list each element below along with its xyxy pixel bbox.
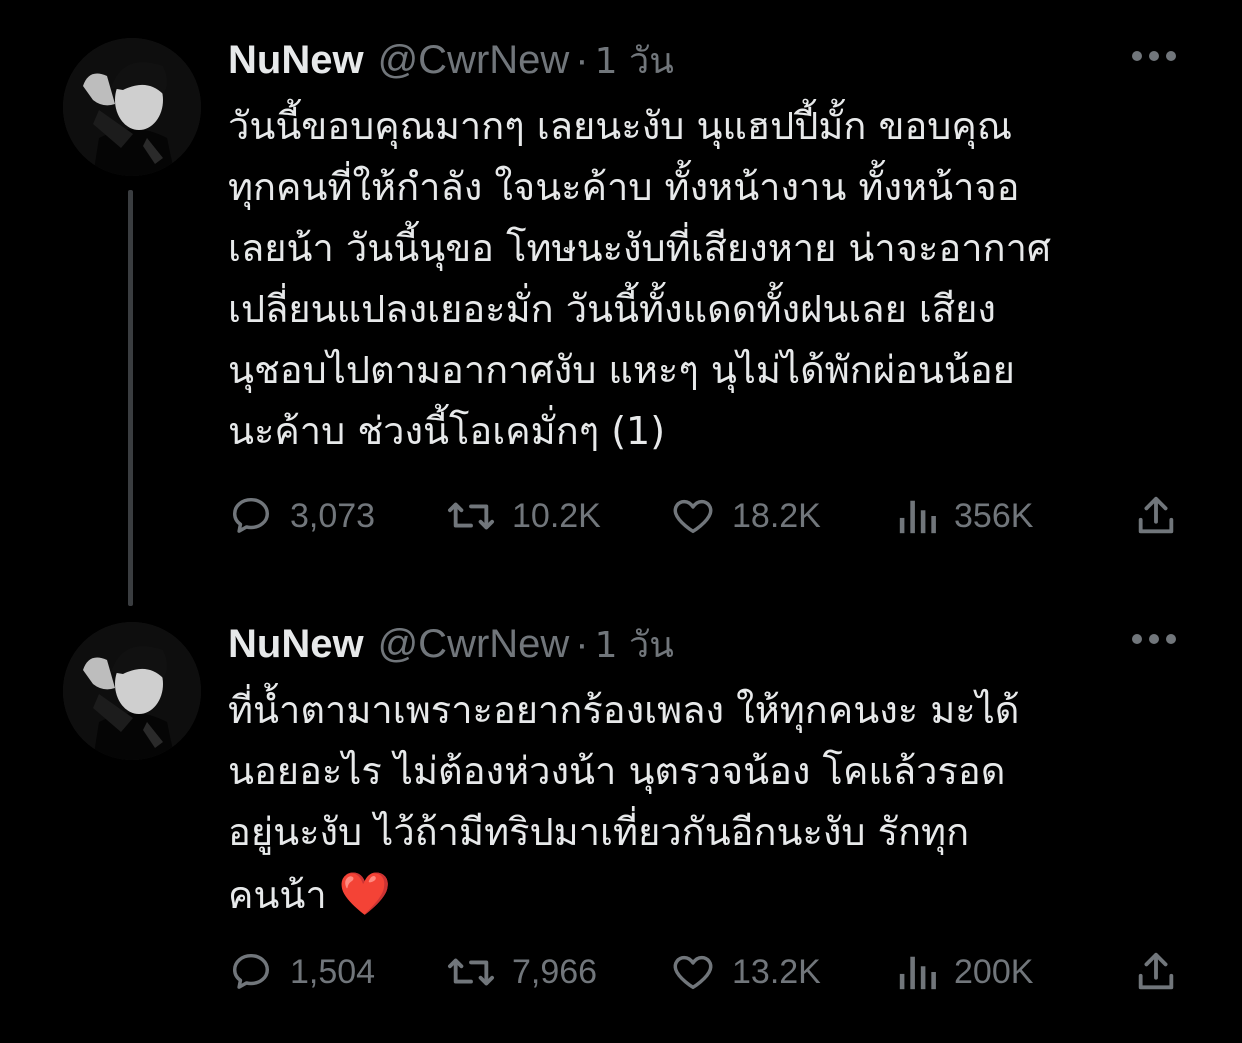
avatar-photo xyxy=(63,38,201,176)
view-count: 356K xyxy=(954,496,1034,535)
ellipsis-icon xyxy=(1166,51,1176,61)
bar-chart-icon xyxy=(899,500,936,534)
user-handle[interactable]: @CwrNew xyxy=(378,622,570,667)
tweet-text-content: วันนี้ขอบคุณมากๆ เลยนะงับ นุแฮปปี้มั้ก ข… xyxy=(228,104,1052,453)
tweet[interactable]: NuNew @CwrNew · 1 วัน วันนี้ขอบคุณมากๆ เ… xyxy=(0,0,1242,606)
reply-button[interactable]: 3,073 xyxy=(228,492,375,540)
speech-bubble-icon xyxy=(232,953,270,989)
more-options-button[interactable] xyxy=(1132,633,1176,645)
retweet-count: 10.2K xyxy=(512,496,601,535)
timestamp[interactable]: 1 วัน xyxy=(595,616,674,673)
share-upload-icon xyxy=(1138,952,1174,990)
reply-count: 1,504 xyxy=(290,952,376,991)
ellipsis-icon xyxy=(1149,51,1159,61)
bar-chart-icon xyxy=(899,956,936,990)
reply-count: 3,073 xyxy=(290,496,376,535)
separator-dot: · xyxy=(575,622,589,666)
speech-bubble-icon xyxy=(232,497,270,533)
retweet-count: 7,966 xyxy=(512,952,598,991)
retweet-arrows-icon xyxy=(447,502,494,530)
ellipsis-icon xyxy=(1166,634,1176,644)
ellipsis-icon xyxy=(1132,51,1142,61)
tweet-header: NuNew @CwrNew · 1 วัน xyxy=(228,32,674,82)
views-button[interactable]: 200K xyxy=(896,948,1033,996)
view-count: 200K xyxy=(954,952,1034,991)
like-button[interactable]: 13.2K xyxy=(670,948,821,996)
tweet-actions: 3,073 10.2K 18.2K 356K xyxy=(228,492,1178,540)
red-heart-emoji: ❤️ xyxy=(338,869,392,918)
ellipsis-icon xyxy=(1132,634,1142,644)
tweet-text: วันนี้ขอบคุณมากๆ เลยนะงับ นุแฮปปี้มั้ก ข… xyxy=(228,96,1208,462)
like-count: 13.2K xyxy=(732,952,821,991)
display-name[interactable]: NuNew xyxy=(228,38,364,83)
user-handle[interactable]: @CwrNew xyxy=(378,38,570,83)
avatar[interactable] xyxy=(63,38,201,176)
tweet-text: ที่น้ำตามาเพราะอยากร้องเพลง ให้ทุกคนงะ ม… xyxy=(228,680,1208,926)
heart-outline-icon xyxy=(673,955,713,990)
views-button[interactable]: 356K xyxy=(896,492,1033,540)
separator-dot: · xyxy=(575,38,589,82)
heart-outline-icon xyxy=(673,499,713,534)
like-button[interactable]: 18.2K xyxy=(670,492,821,540)
retweet-button[interactable]: 10.2K xyxy=(446,492,601,540)
retweet-button[interactable]: 7,966 xyxy=(446,948,597,996)
share-upload-icon xyxy=(1138,496,1174,534)
ellipsis-icon xyxy=(1149,634,1159,644)
tweet[interactable]: NuNew @CwrNew · 1 วัน ที่น้ำตามาเพราะอยา… xyxy=(0,600,1242,1043)
thread-connector-line xyxy=(128,190,133,606)
retweet-arrows-icon xyxy=(447,958,494,986)
display-name[interactable]: NuNew xyxy=(228,622,364,667)
tweet-header: NuNew @CwrNew · 1 วัน xyxy=(228,616,674,666)
reply-button[interactable]: 1,504 xyxy=(228,948,375,996)
share-button[interactable] xyxy=(1133,492,1195,540)
more-options-button[interactable] xyxy=(1132,50,1176,62)
share-button[interactable] xyxy=(1133,948,1195,996)
avatar[interactable] xyxy=(63,622,201,760)
avatar-photo xyxy=(63,622,201,760)
tweet-actions: 1,504 7,966 13.2K 200K xyxy=(228,948,1178,996)
like-count: 18.2K xyxy=(732,496,821,535)
timestamp[interactable]: 1 วัน xyxy=(595,32,674,89)
